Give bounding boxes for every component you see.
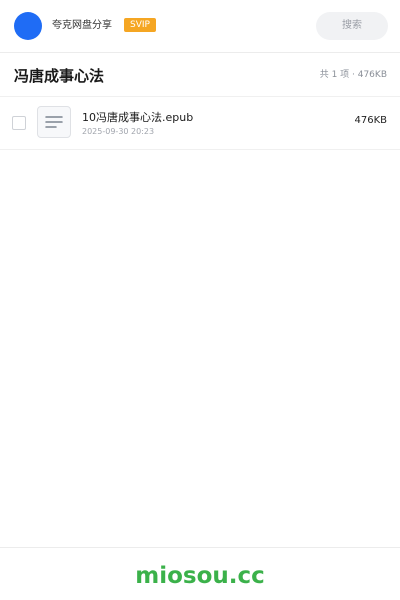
- document-icon-glyph: [45, 116, 63, 128]
- search-button[interactable]: 搜索: [316, 12, 388, 40]
- document-icon: [37, 106, 71, 138]
- file-checkbox[interactable]: [12, 116, 26, 130]
- file-time: 2025-09-30 20:23: [82, 127, 155, 136]
- svip-badge: SVIP: [124, 18, 156, 32]
- folder-header: 冯唐成事心法 共 1 项 · 476KB: [0, 53, 400, 97]
- page-title: 冯唐成事心法: [14, 67, 105, 85]
- top-bar: 夸克网盘分享 SVIP 搜索: [0, 0, 400, 53]
- file-name[interactable]: 10冯唐成事心法.epub: [82, 110, 193, 125]
- folder-summary: 共 1 项 · 476KB: [319, 70, 387, 80]
- footer: miosou.cc: [0, 547, 400, 600]
- app-name: 夸克网盘分享: [52, 20, 112, 31]
- avatar[interactable]: [14, 12, 42, 40]
- file-size: 476KB: [354, 115, 387, 126]
- file-row[interactable]: 10冯唐成事心法.epub 2025-09-30 20:23 476KB: [0, 97, 400, 150]
- brand-link[interactable]: miosou.cc: [0, 560, 400, 592]
